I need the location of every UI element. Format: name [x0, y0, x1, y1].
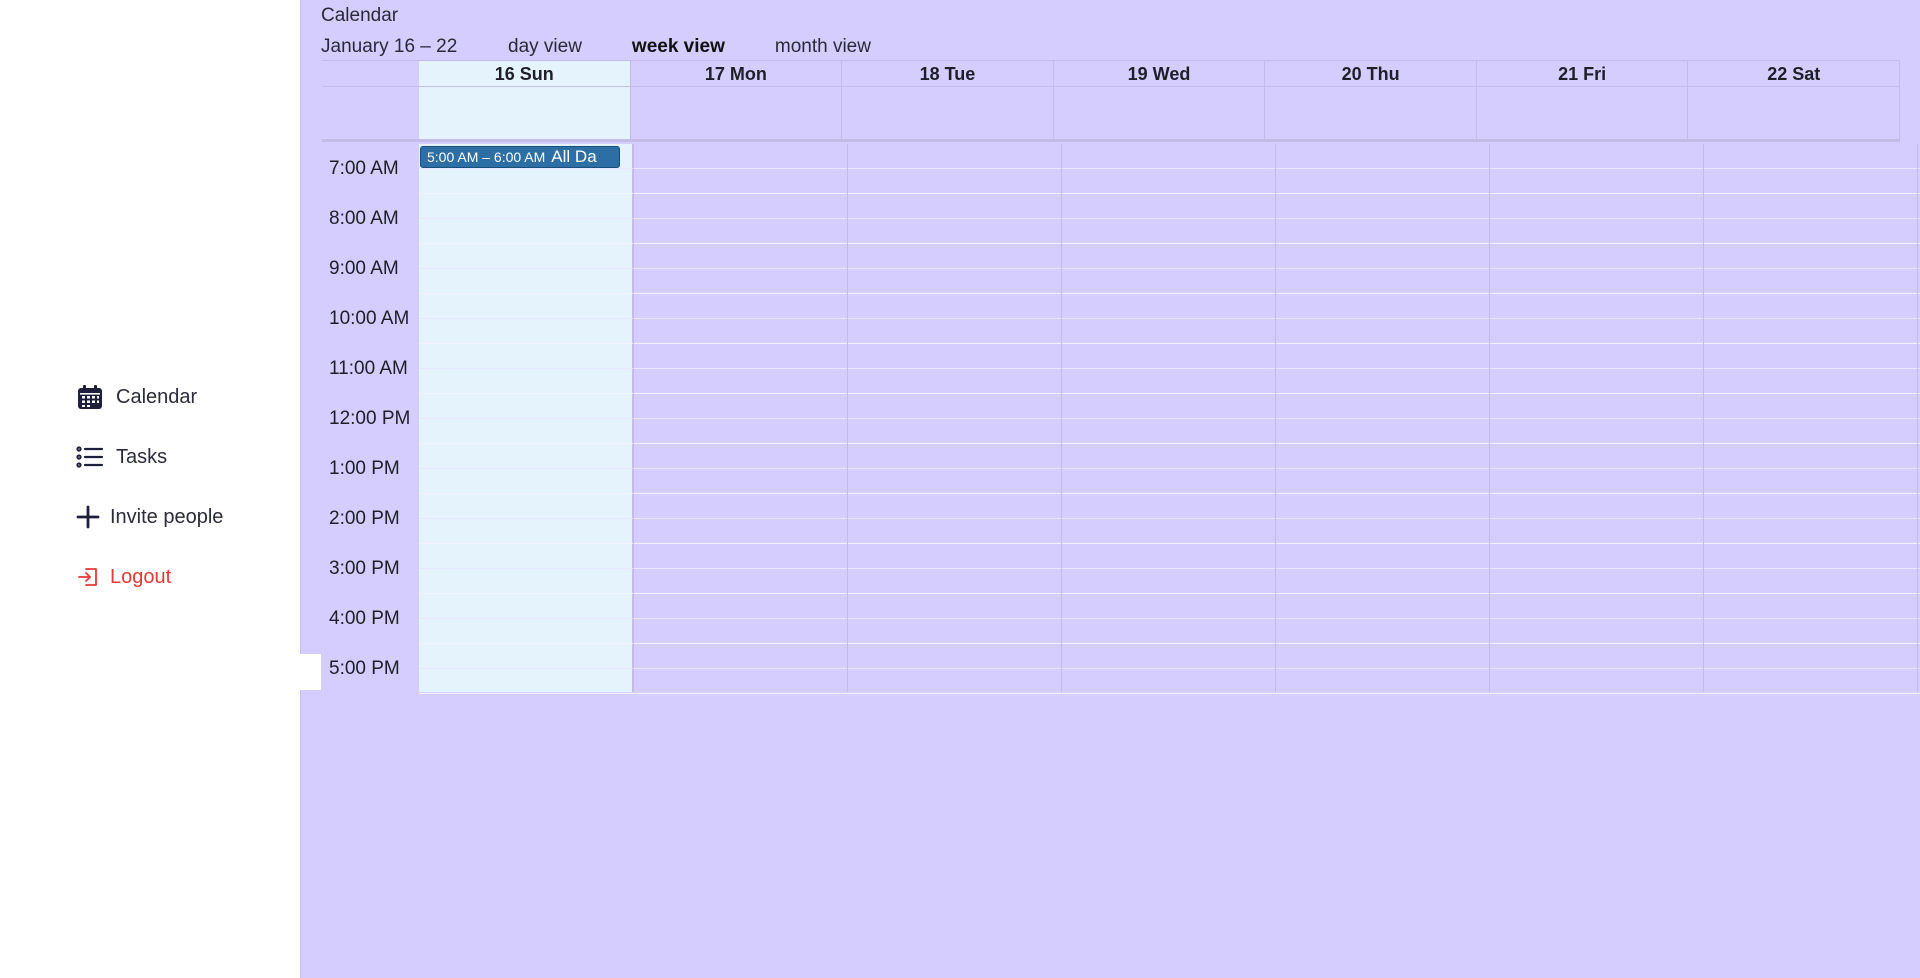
time-label: 4:00 PM [329, 608, 400, 629]
day-header-wed[interactable]: 19 Wed [1053, 60, 1266, 86]
day-header-row: 16 Sun 17 Mon 18 Tue 19 Wed 20 Thu 21 Fr… [322, 60, 1901, 86]
header-gutter [322, 60, 419, 86]
grid-line-hour [419, 393, 1920, 394]
all-day-cell[interactable] [418, 87, 631, 139]
sidebar-item-invite-people[interactable]: Invite people [74, 500, 223, 534]
all-day-cell[interactable] [842, 87, 1054, 139]
week-grid: 16 Sun 17 Mon 18 Tue 19 Wed 20 Thu 21 Fr… [322, 60, 1920, 694]
day-header-tue[interactable]: 18 Tue [842, 60, 1054, 86]
calendar-event[interactable]: 5:00 AM – 6:00 AM All Da [420, 146, 620, 168]
all-day-cell[interactable] [631, 87, 843, 139]
sidebar-item-tasks[interactable]: Tasks [76, 440, 167, 474]
grid-line-half-hour [419, 468, 1920, 469]
grid-line-hour [419, 343, 1920, 344]
grid-line-half-hour [419, 668, 1920, 669]
calendar-toolbar: January 16 – 22 day view week view month… [321, 35, 921, 59]
grid-line-hour [419, 693, 1920, 694]
grid-line-half-hour [419, 618, 1920, 619]
grid-line-hour [419, 593, 1920, 594]
sidebar-item-label: Logout [110, 565, 172, 588]
time-label: 5:00 PM [329, 658, 400, 679]
grid-line-half-hour [419, 418, 1920, 419]
grid-line-half-hour [419, 368, 1920, 369]
time-label: 1:00 PM [329, 458, 400, 479]
grid-line-half-hour [419, 268, 1920, 269]
time-label: 9:00 AM [329, 258, 399, 279]
event-time: 5:00 AM – 6:00 AM [427, 149, 546, 165]
all-day-cell[interactable] [1054, 87, 1266, 139]
all-day-gutter [322, 87, 419, 139]
grid-line-hour [419, 293, 1920, 294]
list-icon [76, 443, 104, 471]
day-header-sat[interactable]: 22 Sat [1688, 60, 1901, 86]
time-gutter: 7:00 AM 8:00 AM 9:00 AM 10:00 AM 11:00 AM 12:… [322, 144, 419, 692]
grid-line-half-hour [419, 318, 1920, 319]
time-label: 11:00 AM [329, 358, 408, 379]
all-day-row [322, 86, 1901, 142]
grid-line-half-hour [419, 168, 1920, 169]
sidebar-item-calendar[interactable]: Calendar [76, 380, 197, 414]
grid-line-hour [419, 193, 1920, 194]
calendar-main: Calendar January 16 – 22 day view week v… [300, 0, 1920, 978]
day-header-mon[interactable]: 17 Mon [630, 60, 843, 86]
sidebar: Calendar Tasks Invite people Logout [0, 0, 300, 978]
sidebar-item-label: Invite people [110, 505, 224, 528]
day-column-divider [1489, 144, 1490, 692]
logout-icon [74, 563, 102, 591]
day-header-thu[interactable]: 20 Thu [1265, 60, 1477, 86]
time-label: 12:00 PM [329, 408, 411, 429]
grid-line-hour [419, 443, 1920, 444]
app-root: Calendar Tasks Invite people Logout Cale… [0, 0, 1920, 978]
event-title: All Da [551, 147, 597, 166]
time-label: 2:00 PM [329, 508, 400, 529]
day-column-divider [847, 144, 848, 692]
day-column-divider [633, 144, 634, 692]
week-view-button[interactable]: week view [632, 36, 725, 58]
all-day-cell[interactable] [1688, 87, 1901, 139]
month-view-button[interactable]: month view [775, 36, 871, 58]
time-label: 10:00 AM [329, 308, 410, 329]
plus-icon [74, 503, 102, 531]
sidebar-item-label: Tasks [116, 445, 168, 468]
sidebar-item-label: Calendar [116, 385, 198, 408]
day-header-fri[interactable]: 21 Fri [1476, 60, 1689, 86]
day-column-divider [1703, 144, 1704, 692]
time-grid[interactable]: 7:00 AM 8:00 AM 9:00 AM 10:00 AM 11:00 AM 12:… [322, 144, 1920, 694]
day-column-divider [1917, 144, 1918, 692]
day-column-divider [1275, 144, 1276, 692]
time-label: 8:00 AM [329, 208, 399, 229]
day-column-divider [1061, 144, 1062, 692]
all-day-cell[interactable] [1265, 87, 1477, 139]
all-day-cell[interactable] [1477, 87, 1689, 139]
day-header-sun[interactable]: 16 Sun [418, 60, 631, 86]
calendar-icon [76, 383, 104, 411]
time-label: 7:00 AM [329, 158, 399, 179]
day-view-button[interactable]: day view [508, 36, 582, 58]
grid-line-hour [419, 493, 1920, 494]
sidebar-item-logout[interactable]: Logout [74, 560, 171, 594]
grid-line-half-hour [419, 518, 1920, 519]
grid-line-hour [419, 643, 1920, 644]
time-label: 3:00 PM [329, 558, 400, 579]
page-title: Calendar [321, 5, 399, 26]
grid-line-half-hour [419, 568, 1920, 569]
grid-line-hour [419, 243, 1920, 244]
grid-line-half-hour [419, 218, 1920, 219]
grid-line-hour [419, 543, 1920, 544]
date-range-label: January 16 – 22 [321, 36, 458, 57]
scroll-notch [300, 654, 321, 690]
